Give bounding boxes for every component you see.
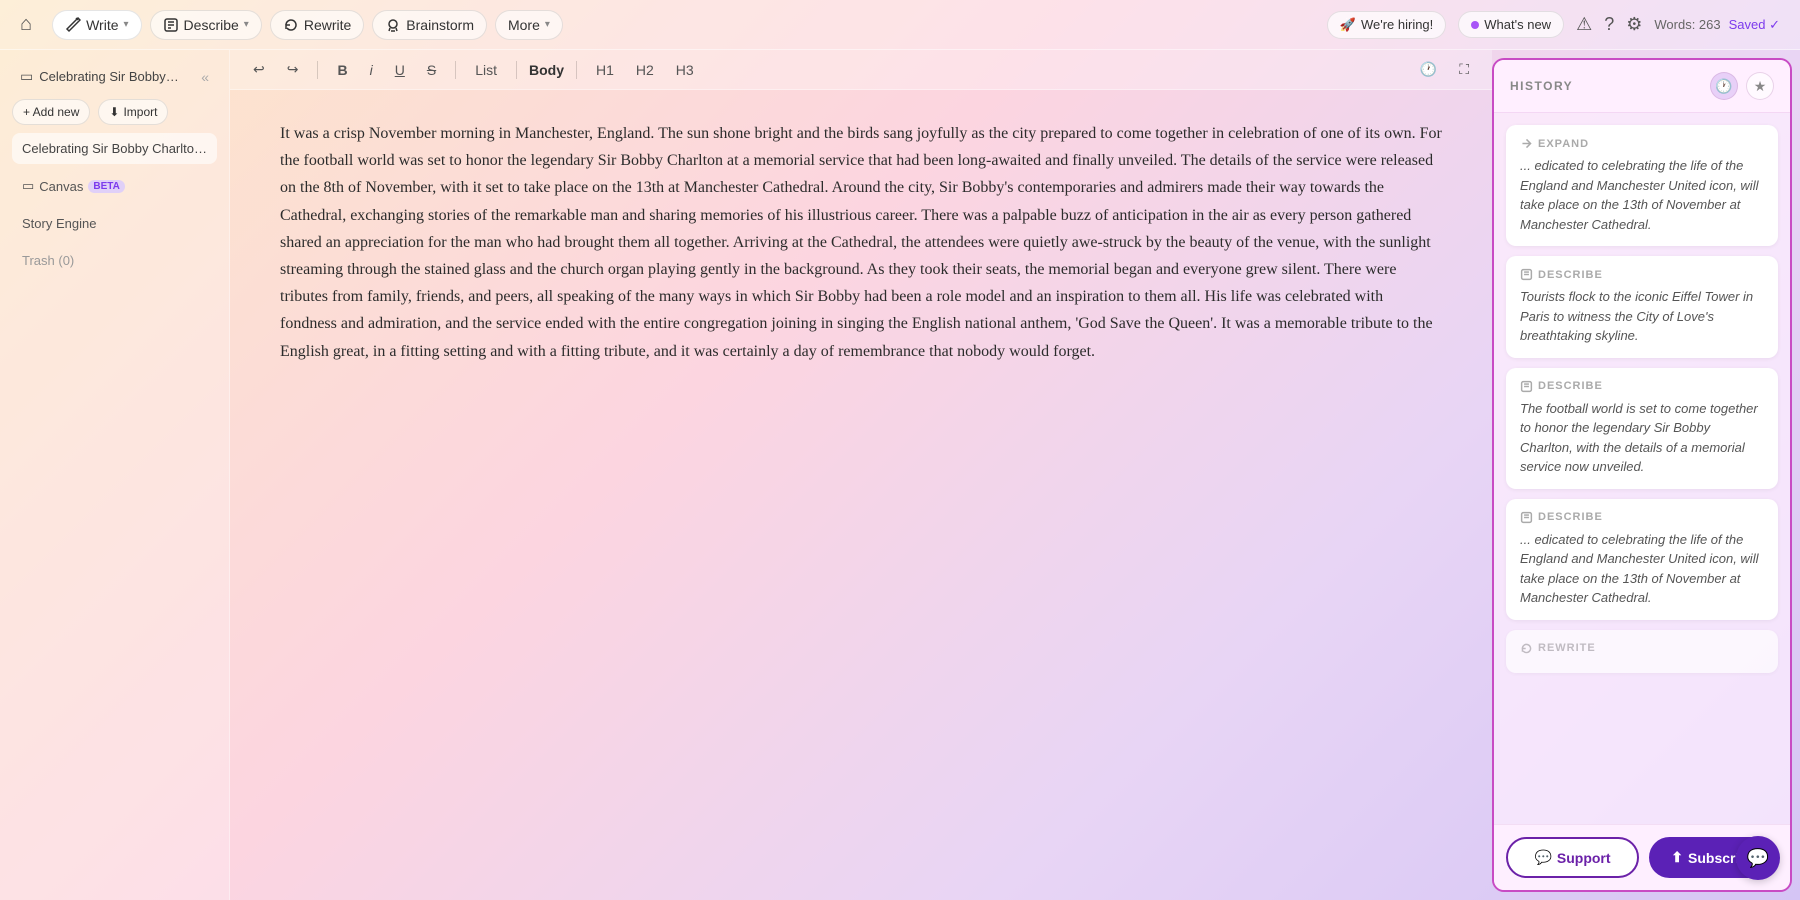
rewrite-icon-hist [1520,642,1533,655]
whats-new-button[interactable]: What's new [1458,11,1564,38]
editor-content[interactable]: It was a crisp November morning in Manch… [230,90,1492,900]
history-header-icons: 🕐 ★ [1710,72,1774,100]
history-card-type-describe-2: DESCRIBE [1520,380,1764,393]
history-card-describe-3[interactable]: DESCRIBE ... edicated to celebrating the… [1506,499,1778,620]
strikethrough-button[interactable]: S [420,59,443,81]
rewrite-button[interactable]: Rewrite [270,10,364,40]
sidebar: ▭ Celebrating Sir Bobby C... « + Add new… [0,50,230,900]
history-clock-icon[interactable]: 🕐 [1710,72,1738,100]
describe-icon-hist-2 [1520,380,1533,393]
history-card-expand[interactable]: EXPAND ... edicated to celebrating the l… [1506,125,1778,246]
sidebar-actions: + Add new ⬇ Import [12,99,217,125]
undo-button[interactable]: ↩ [246,58,272,81]
h2-button[interactable]: H2 [629,59,661,81]
notification-dot [1471,21,1479,29]
history-card-type-expand: EXPAND [1520,137,1764,150]
history-card-text-expand: ... edicated to celebrating the life of … [1520,156,1764,234]
history-panel: HISTORY 🕐 ★ EXPAND ... edicated to celeb… [1492,58,1792,892]
settings-icon[interactable]: ⚙ [1626,14,1642,35]
history-card-describe-2[interactable]: DESCRIBE The football world is set to co… [1506,368,1778,489]
describe-icon-hist-3 [1520,511,1533,524]
describe-button[interactable]: Describe ▾ [150,10,262,40]
rocket-icon: 🚀 [1340,17,1356,33]
editor-toolbar: ↩ ↪ B i U S List Body H1 H2 H3 🕐 ⛶ [230,50,1492,90]
history-title: HISTORY [1510,79,1573,93]
h3-button[interactable]: H3 [669,59,701,81]
toolbar-separator-3 [516,61,517,79]
history-card-type-rewrite: REWRITE [1520,642,1764,655]
help-icon[interactable]: ? [1604,14,1614,35]
beta-badge: BETA [88,180,124,193]
subscribe-icon: ⬆ [1671,849,1683,866]
toolbar-separator-2 [455,61,456,79]
chat-bubble-button[interactable]: 💬 [1736,836,1780,880]
write-icon [65,17,81,33]
sidebar-item-story-engine[interactable]: Story Engine [12,208,217,239]
history-card-type-describe-1: DESCRIBE [1520,268,1764,281]
redo-button[interactable]: ↪ [280,58,306,81]
main-content: ▭ Celebrating Sir Bobby C... « + Add new… [0,50,1800,900]
write-chevron: ▾ [124,19,129,30]
canvas-icon: ▭ [22,178,34,194]
toolbar-separator-1 [317,61,318,79]
sidebar-item-doc[interactable]: Celebrating Sir Bobby Charlton's L... [12,133,217,164]
history-items-list: EXPAND ... edicated to celebrating the l… [1494,113,1790,824]
top-navigation: ⌂ Write ▾ Describe ▾ Rewrite Brainstorm … [0,0,1800,50]
bold-button[interactable]: B [330,59,354,81]
history-header: HISTORY 🕐 ★ [1494,60,1790,113]
toolbar-separator-4 [576,61,577,79]
words-saved-info: Words: 263 Saved ✓ [1654,17,1780,33]
support-icon: 💬 [1534,849,1551,866]
document-icon: ▭ [20,68,33,85]
history-card-text-describe-3: ... edicated to celebrating the life of … [1520,530,1764,608]
h1-button[interactable]: H1 [589,59,621,81]
sidebar-item-canvas[interactable]: ▭ Canvas BETA [12,172,217,200]
write-button[interactable]: Write ▾ [52,10,141,40]
home-icon[interactable]: ⌂ [20,13,32,36]
list-button[interactable]: List [468,59,504,81]
more-chevron: ▾ [545,19,550,30]
describe-icon-hist [1520,268,1533,281]
collapse-icon[interactable]: « [201,69,209,85]
brainstorm-button[interactable]: Brainstorm [372,10,487,40]
history-card-rewrite[interactable]: REWRITE [1506,630,1778,673]
support-button[interactable]: 💬 Support [1506,837,1639,878]
history-time-button[interactable]: 🕐 [1413,58,1444,81]
top-right-actions: 🚀 We're hiring! What's new ⚠ ? ⚙ Words: … [1327,11,1780,39]
history-card-type-describe-3: DESCRIBE [1520,511,1764,524]
expand-icon [1520,137,1533,150]
describe-chevron: ▾ [244,19,249,30]
more-button[interactable]: More ▾ [495,10,563,40]
hiring-button[interactable]: 🚀 We're hiring! [1327,11,1447,39]
underline-button[interactable]: U [388,59,412,81]
import-icon: ⬇ [109,105,119,119]
editor-panel: ↩ ↪ B i U S List Body H1 H2 H3 🕐 ⛶ It wa… [230,50,1492,900]
italic-button[interactable]: i [363,59,380,81]
history-star-icon[interactable]: ★ [1746,72,1774,100]
alert-icon[interactable]: ⚠ [1576,14,1592,35]
add-new-button[interactable]: + Add new [12,99,90,125]
rewrite-icon [283,17,299,33]
sidebar-header: ▭ Celebrating Sir Bobby C... « [12,62,217,91]
history-card-text-describe-2: The football world is set to come togeth… [1520,399,1764,477]
history-card-describe-1[interactable]: DESCRIBE Tourists flock to the iconic Ei… [1506,256,1778,358]
import-button[interactable]: ⬇ Import [98,99,168,125]
describe-icon [163,17,179,33]
sidebar-item-trash[interactable]: Trash (0) [12,247,217,274]
history-card-text-describe-1: Tourists flock to the iconic Eiffel Towe… [1520,287,1764,346]
fullscreen-button[interactable]: ⛶ [1452,58,1476,81]
brainstorm-icon [385,17,401,33]
chat-icon: 💬 [1747,848,1769,869]
body-style-label[interactable]: Body [529,62,564,78]
